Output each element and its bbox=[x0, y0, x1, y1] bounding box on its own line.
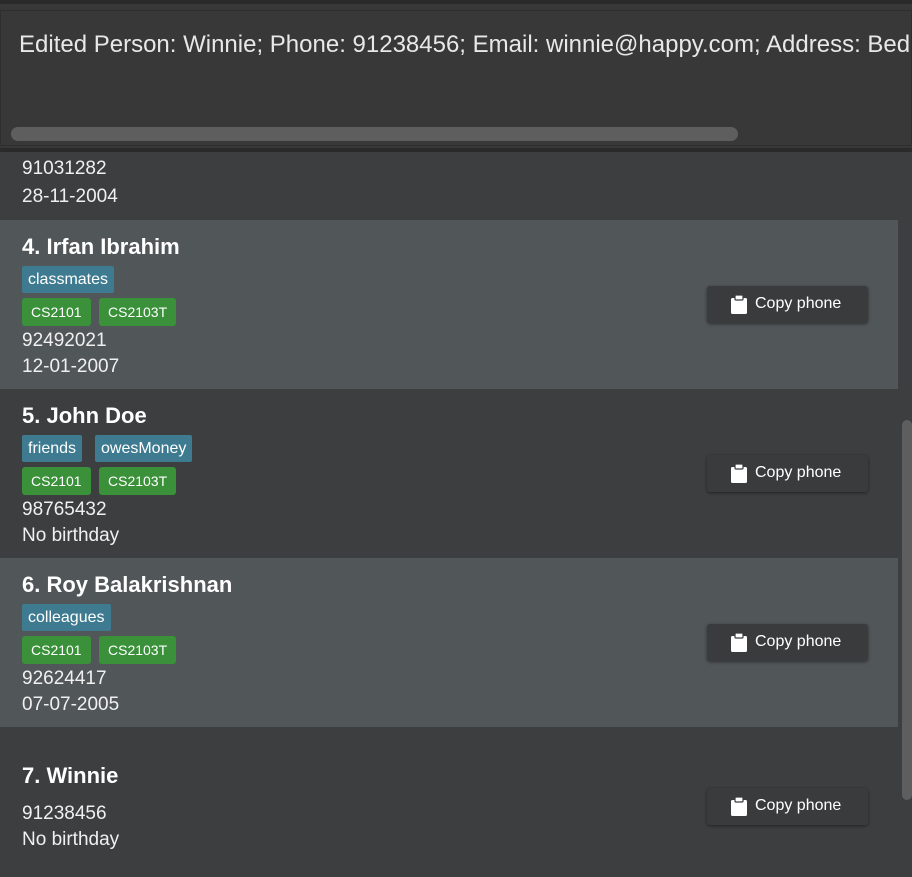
copy-phone-label: Copy phone bbox=[755, 797, 842, 814]
person-card-partial: 91031282 28-11-2004 bbox=[0, 152, 898, 220]
person-card: 5. John Doe friends owesMoney CS2101 CS2… bbox=[0, 389, 898, 558]
clipboard-icon bbox=[731, 464, 747, 483]
course-badge: CS2103T bbox=[99, 636, 177, 664]
person-name: 5. John Doe bbox=[22, 403, 147, 428]
person-birthday: 12-01-2007 bbox=[22, 356, 120, 377]
copy-phone-button[interactable]: Copy phone bbox=[707, 455, 868, 492]
person-birthday: 28-11-2004 bbox=[22, 186, 118, 207]
clipboard-icon bbox=[731, 295, 747, 314]
tag-badge: owesMoney bbox=[95, 435, 193, 462]
person-name: 6. Roy Balakrishnan bbox=[22, 572, 233, 597]
tag-badge: colleagues bbox=[22, 604, 111, 631]
person-name: 4. Irfan Ibrahim bbox=[22, 234, 180, 259]
result-message: Edited Person: Winnie; Phone: 91238456; … bbox=[19, 31, 912, 58]
clipboard-icon bbox=[731, 633, 747, 652]
person-name: 7. Winnie bbox=[22, 763, 119, 788]
clipboard-icon bbox=[731, 797, 747, 816]
person-phone: 92492021 bbox=[22, 330, 107, 351]
copy-phone-button[interactable]: Copy phone bbox=[707, 788, 868, 825]
person-birthday: No birthday bbox=[22, 829, 120, 850]
person-birthday: 07-07-2005 bbox=[22, 694, 120, 715]
tag-badge: classmates bbox=[22, 266, 115, 293]
person-phone: 91238456 bbox=[22, 803, 107, 824]
person-card: 7. Winnie 91238456 No birthday Copy phon… bbox=[0, 727, 898, 877]
copy-phone-label: Copy phone bbox=[755, 295, 842, 312]
result-horizontal-scrollbar[interactable] bbox=[11, 127, 738, 141]
person-card: 4. Irfan Ibrahim classmates CS2101 CS210… bbox=[0, 220, 898, 389]
copy-phone-label: Copy phone bbox=[755, 464, 842, 481]
address-book-window: Edited Person: Winnie; Phone: 91238456; … bbox=[0, 0, 912, 877]
person-card: 6. Roy Balakrishnan colleagues CS2101 CS… bbox=[0, 558, 898, 727]
copy-phone-button[interactable]: Copy phone bbox=[707, 624, 868, 661]
course-badge: CS2101 bbox=[22, 298, 91, 326]
course-badge: CS2101 bbox=[22, 636, 91, 664]
person-list: 91031282 28-11-2004 4. Irfan Ibrahim cla… bbox=[0, 152, 898, 877]
result-text-area[interactable]: Edited Person: Winnie; Phone: 91238456; … bbox=[0, 10, 912, 146]
person-phone: 98765432 bbox=[22, 499, 107, 520]
person-phone: 92624417 bbox=[22, 668, 107, 689]
list-scrollbar-thumb[interactable] bbox=[902, 420, 912, 800]
person-birthday: No birthday bbox=[22, 525, 120, 546]
course-badge: CS2103T bbox=[99, 467, 177, 495]
person-phone: 91031282 bbox=[22, 158, 107, 179]
tag-badge: friends bbox=[22, 435, 83, 462]
result-display: Edited Person: Winnie; Phone: 91238456; … bbox=[0, 0, 912, 152]
course-badge: CS2103T bbox=[99, 298, 177, 326]
copy-phone-button[interactable]: Copy phone bbox=[707, 286, 868, 323]
course-badge: CS2101 bbox=[22, 467, 91, 495]
copy-phone-label: Copy phone bbox=[755, 633, 842, 650]
